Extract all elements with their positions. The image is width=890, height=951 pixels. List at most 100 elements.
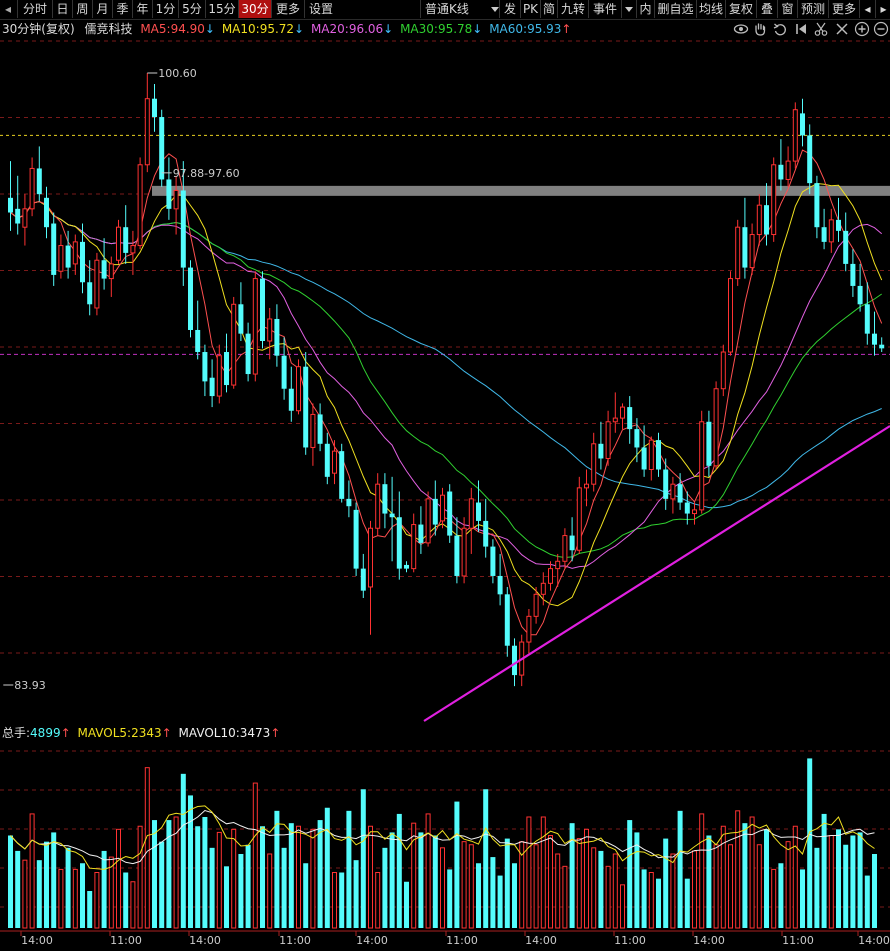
hand-icon[interactable] [752,21,768,37]
volume-bar [526,816,532,929]
button-pk[interactable]: PK [520,0,540,18]
volume-label: 总手: [2,726,31,740]
skip-back-icon[interactable] [793,21,809,37]
tab-15min[interactable]: 15分 [205,0,238,18]
eye-icon[interactable] [733,21,749,37]
volume-bar [267,853,273,929]
tab-day[interactable]: 日 [52,0,72,18]
candle-body [44,197,49,228]
zoom-out-icon[interactable] [873,21,889,37]
tab-5min[interactable]: 5分 [178,0,205,18]
candle [195,300,201,360]
time-label: 11:00 [279,934,311,947]
candle-body [108,263,114,280]
price-chart[interactable]: 100.60 83.93 97.88-97.60 [0,39,890,722]
volume-bar [389,832,395,928]
button-forecast[interactable]: 预测 [797,0,828,18]
candle [166,157,172,220]
volume-bar [800,869,805,928]
candle-body [353,509,359,569]
candle [396,491,402,580]
undo-icon[interactable] [772,21,788,37]
candle-body [274,318,280,356]
button-fa[interactable]: 发 [499,0,520,18]
candle-body [22,208,28,228]
tab-month[interactable]: 月 [92,0,112,18]
time-label: 14:00 [858,934,890,947]
tab-year[interactable]: 年 [132,0,152,18]
candle-body [116,226,121,261]
button-inner[interactable]: 内 [636,0,654,18]
volume-bar [288,823,294,928]
candle [627,396,633,444]
tab-settings[interactable]: 设置 [304,0,337,18]
zoom-in-icon[interactable] [854,21,870,37]
candle-body [245,333,251,375]
volume-bar [296,825,301,929]
candle [8,161,13,231]
volume-bar [188,795,193,928]
candle [36,146,42,202]
tab-1min[interactable]: 1分 [152,0,178,18]
candle [260,271,265,349]
candle-body [432,498,438,525]
scissors-icon[interactable] [813,21,829,37]
candle-body [540,582,546,595]
button-more[interactable]: 更多 [828,0,859,18]
chart-mode-dropdown[interactable]: 普通K线 [420,0,503,18]
button-window[interactable]: 窗 [777,0,797,18]
tab-week[interactable]: 周 [72,0,92,18]
volume-bar [101,850,107,928]
collapse-toggle-icon[interactable]: ◂ [0,0,16,18]
volume-chart[interactable]: 14:00 11:00 14:00 11:00 14:00 11:00 14:00 11:00… [0,742,890,951]
scroll-left-icon[interactable]: ◂ [859,0,875,18]
tab-30min[interactable]: 30分 [238,0,271,18]
volume-bar [72,868,78,929]
volume-bar [562,865,568,929]
mavol10-arrow: ↑ [270,726,281,740]
candle-body [144,98,150,166]
candle [425,491,431,547]
candle [641,425,647,477]
mavol5-label: MAVOL5: [77,726,132,740]
candle [692,502,697,525]
button-remove-watchlist[interactable]: 删自选 [654,0,696,18]
button-nine-turn[interactable]: 九转 [557,0,588,18]
candle [497,553,503,606]
candle-body [720,351,726,390]
candle-body [634,429,640,448]
candle-body [684,502,690,514]
close-icon[interactable] [834,21,850,37]
button-simple[interactable]: 简 [540,0,557,18]
volume-bar [368,825,373,929]
volume-bar [742,823,748,928]
tab-more[interactable]: 更多 [271,0,304,18]
candle [58,234,64,279]
button-moving-average[interactable]: 均线 [696,0,725,18]
ma5-label: MA5: [140,22,171,36]
events-dropdown-toggle[interactable] [621,0,636,18]
button-overlay[interactable]: 叠 [756,0,777,18]
ma30-arrow: ↓ [472,22,483,36]
button-adjust[interactable]: 复权 [725,0,756,18]
button-events[interactable]: 事件 [588,0,621,18]
tab-intraday[interactable]: 分时 [17,0,52,18]
candle [756,194,762,246]
candle [670,476,676,514]
tab-quarter[interactable]: 季 [112,0,132,18]
candle [346,480,352,518]
scroll-right-icon[interactable]: ▸ [875,0,890,18]
volume-bar [418,832,424,928]
volume-bar [728,844,733,929]
volume-bar [332,872,337,929]
volume-bar [8,835,13,928]
candle [872,311,877,356]
candle-body [598,443,604,459]
candle-body [562,535,568,562]
candle-body [569,535,575,551]
volume-bar [656,878,661,928]
candle [656,432,661,477]
candle [800,98,805,147]
candle-body [101,260,107,279]
candle-body [65,245,71,268]
